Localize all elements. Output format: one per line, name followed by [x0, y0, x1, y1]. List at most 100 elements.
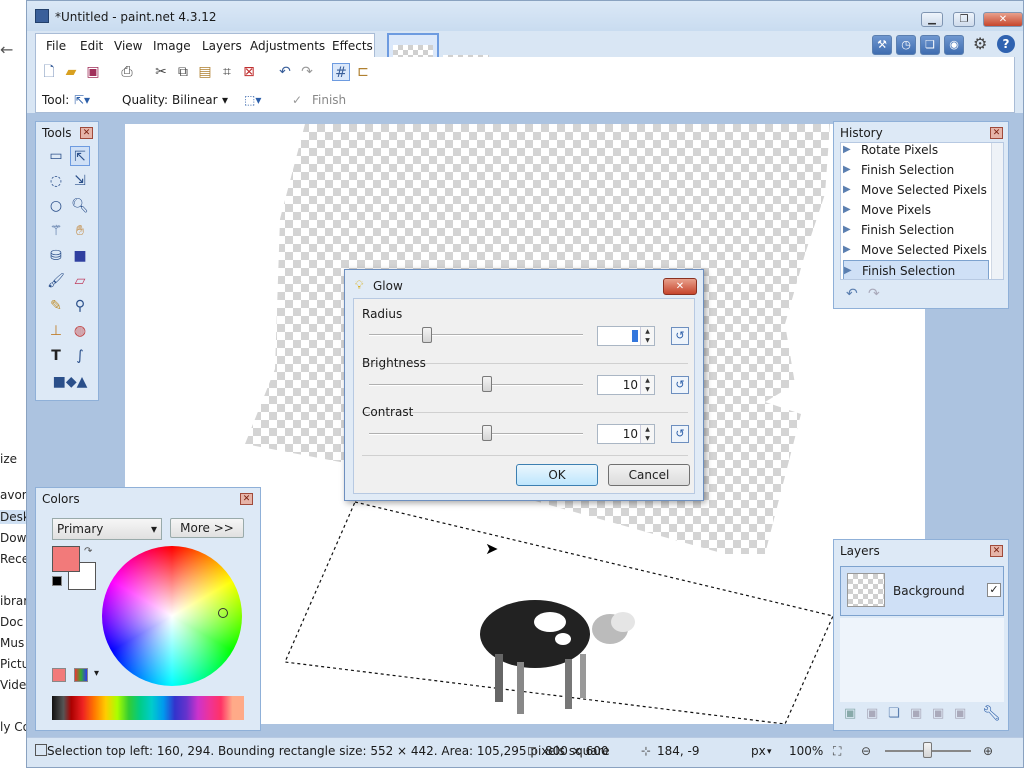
layer-row-background[interactable]: Background ✓ [840, 566, 1004, 616]
menu-image[interactable]: Image [153, 39, 191, 53]
shapes-icon[interactable]: ■◆▲ [50, 372, 90, 392]
contrast-slider-track[interactable] [369, 433, 583, 435]
delete-layer-icon[interactable]: ▣ [866, 706, 878, 721]
cancel-button[interactable]: Cancel [608, 464, 690, 486]
chevron-down-icon[interactable]: ▾ [222, 93, 228, 107]
units-dropdown[interactable]: px [751, 744, 766, 758]
menu-file[interactable]: File [46, 39, 66, 53]
menu-view[interactable]: View [114, 39, 142, 53]
merge-layer-icon[interactable]: ▣ [910, 706, 922, 721]
color-wheel-cursor[interactable] [218, 608, 228, 618]
lasso-icon[interactable]: ◌ [46, 171, 66, 191]
cut-icon[interactable]: ✂ [152, 63, 170, 81]
print-icon[interactable]: ⎙ [118, 63, 136, 81]
magic-wand-icon[interactable]: ⚚ [46, 221, 66, 241]
radius-slider-track[interactable] [369, 334, 583, 336]
quality-dropdown[interactable]: Bilinear [172, 93, 218, 107]
finish-button[interactable]: Finish [312, 93, 346, 107]
ruler-icon[interactable]: ⊏ [354, 63, 372, 81]
move-layer-up-icon[interactable]: ▣ [932, 706, 944, 721]
history-item[interactable]: ▶ Rotate Pixels [843, 143, 989, 160]
new-icon[interactable]: 🗋 [40, 63, 58, 81]
radius-spinner-arrows[interactable]: ▲ ▼ [640, 327, 654, 345]
open-icon[interactable]: ▰ [62, 63, 80, 81]
color-mode-dropdown[interactable]: Primary ▾ [52, 518, 162, 540]
brightness-spinner-arrows[interactable]: ▲ ▼ [640, 376, 654, 394]
paint-bucket-icon[interactable]: ⛁ [46, 246, 66, 266]
history-toggle-icon[interactable]: ◷ [896, 35, 916, 55]
primary-color-swatch[interactable] [52, 546, 80, 572]
contrast-reset-button[interactable]: ↺ [671, 425, 689, 443]
history-item[interactable]: ▶ Finish Selection [843, 160, 989, 180]
swap-colors-icon[interactable]: ↷ [84, 546, 92, 557]
history-item[interactable]: ▶ Move Pixels [843, 200, 989, 220]
ellipse-select-icon[interactable]: ○ [46, 196, 66, 216]
add-palette-icon[interactable] [52, 668, 66, 682]
more-button[interactable]: More >> [170, 518, 244, 538]
menu-layers[interactable]: Layers [202, 39, 242, 53]
palette-swatches[interactable] [52, 696, 244, 720]
settings-gear-icon[interactable]: ⚙ [973, 35, 991, 53]
ok-button[interactable]: OK [516, 464, 598, 486]
zoom-out-icon[interactable]: ⊖ [861, 744, 871, 758]
menu-edit[interactable]: Edit [80, 39, 103, 53]
close-icon[interactable]: ✕ [80, 127, 93, 139]
gradient-icon[interactable]: ■ [70, 246, 90, 266]
title-bar[interactable]: *Untitled - paint.net 4.3.12 ▁ ❐ ✕ [27, 1, 1023, 31]
save-icon[interactable]: ▣ [84, 63, 102, 81]
redo-icon[interactable]: ↷ [868, 286, 880, 302]
brightness-input[interactable]: 10 ▲ ▼ [597, 375, 655, 395]
paste-icon[interactable]: ▤ [196, 63, 214, 81]
radius-slider-thumb[interactable] [422, 327, 432, 343]
contrast-slider-thumb[interactable] [482, 425, 492, 441]
close-icon[interactable]: ✕ [990, 545, 1003, 557]
pan-hand-icon[interactable]: ✋︎ [70, 221, 90, 241]
undo-icon[interactable]: ↶ [846, 286, 858, 302]
maximize-button[interactable]: ❐ [953, 12, 975, 27]
radius-input[interactable]: ▲ ▼ [597, 326, 655, 346]
grid-icon[interactable]: # [332, 63, 350, 81]
contrast-input[interactable]: 10 ▲ ▼ [597, 424, 655, 444]
reset-colors-icon[interactable] [52, 576, 62, 586]
move-selection-icon[interactable]: ⇱▾ [74, 93, 90, 107]
menu-adjustments[interactable]: Adjustments [250, 39, 325, 53]
zoom-slider-thumb[interactable] [923, 742, 932, 758]
brightness-slider-track[interactable] [369, 384, 583, 386]
layer-visibility-checkbox[interactable]: ✓ [987, 583, 1001, 597]
contrast-spinner-arrows[interactable]: ▲ ▼ [640, 425, 654, 443]
close-icon[interactable]: ✕ [240, 493, 253, 505]
brightness-slider-thumb[interactable] [482, 376, 492, 392]
colors-toggle-icon[interactable]: ◉ [944, 35, 964, 55]
history-item[interactable]: ▶ Move Selected Pixels [843, 180, 989, 200]
palette-menu-icon[interactable] [74, 668, 88, 682]
chevron-down-icon[interactable]: ▾ [94, 668, 99, 679]
brightness-reset-button[interactable]: ↺ [671, 376, 689, 394]
zoom-value[interactable]: 100% [789, 744, 823, 758]
undo-icon[interactable]: ↶ [276, 63, 294, 81]
eraser-icon[interactable]: ▱ [70, 271, 90, 291]
deselect-icon[interactable]: ⊠ [240, 63, 258, 81]
recolor-icon[interactable]: ◍ [70, 321, 90, 341]
move-layer-down-icon[interactable]: ▣ [954, 706, 966, 721]
duplicate-layer-icon[interactable]: ❏ [888, 706, 900, 721]
layers-toggle-icon[interactable]: ❏ [920, 35, 940, 55]
color-picker-icon[interactable]: ⚲ [70, 296, 90, 316]
layer-properties-icon[interactable]: 🔧︎ [982, 704, 1001, 722]
copy-icon[interactable]: ⧉ [174, 63, 192, 81]
zoom-to-window-icon[interactable]: ⛶ [833, 744, 841, 759]
history-scrollbar[interactable] [991, 143, 1003, 279]
zoom-in-icon[interactable]: ⊕ [983, 744, 993, 758]
rectangle-select-icon[interactable]: ▭ [46, 146, 66, 166]
tools-toggle-icon[interactable]: ⚒ [872, 35, 892, 55]
help-icon[interactable]: ? [997, 35, 1015, 53]
text-icon[interactable]: T [46, 346, 66, 366]
move-selected-icon[interactable]: ⇱ [70, 146, 90, 166]
close-icon[interactable]: ✕ [990, 127, 1003, 139]
menu-effects[interactable]: Effects [332, 39, 373, 53]
history-item[interactable]: ▶ Finish Selection [843, 220, 989, 240]
add-layer-icon[interactable]: ▣ [844, 706, 856, 721]
minimize-button[interactable]: ▁ [921, 12, 943, 27]
close-button[interactable]: ✕ [983, 12, 1023, 27]
move-selection-icon[interactable]: ⇲ [70, 171, 90, 191]
chevron-down-icon[interactable]: ▾ [767, 747, 772, 757]
